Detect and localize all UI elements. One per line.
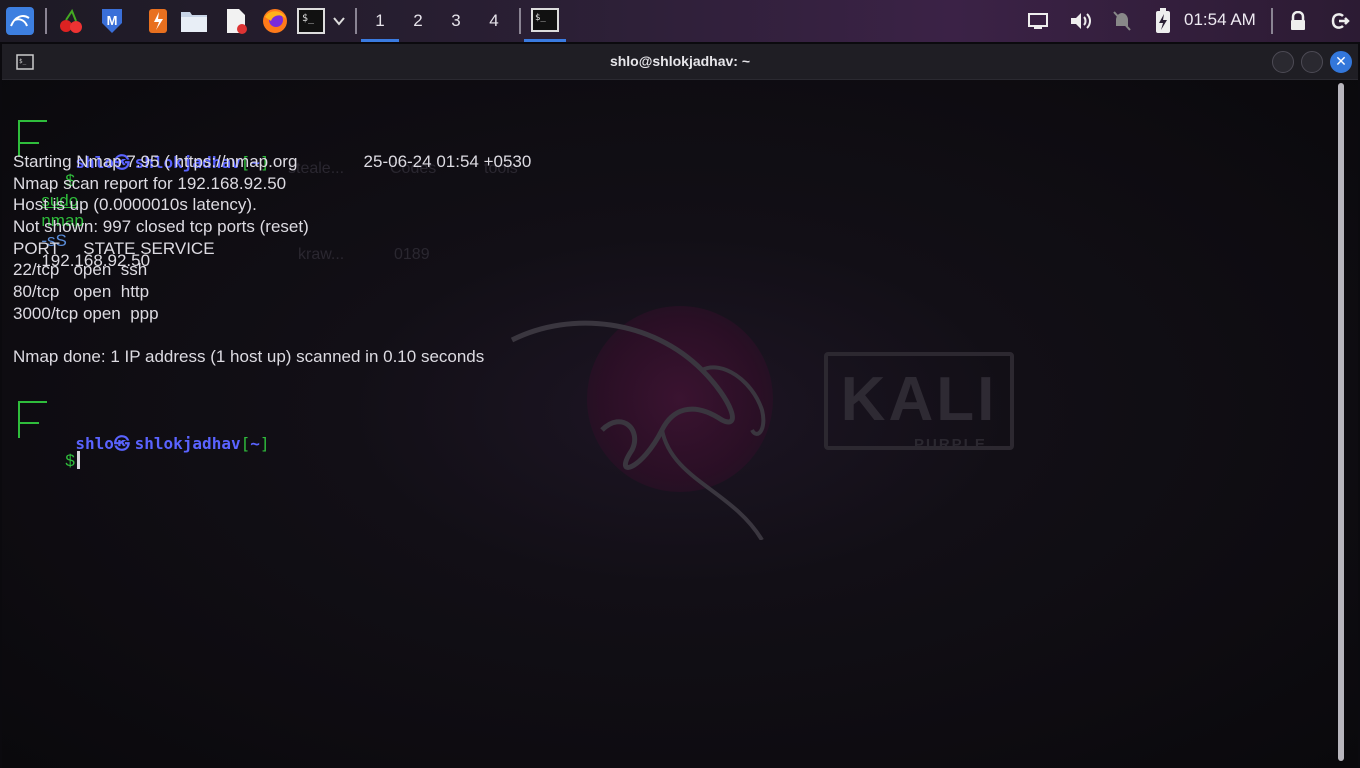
workspace-label: 2	[413, 11, 423, 30]
text-cursor	[76, 451, 80, 469]
command-line: $ sudo nmap -sS 192.168.92.50	[13, 131, 150, 270]
panel-separator	[355, 8, 357, 34]
prompt-host: shlokjadhav	[134, 434, 241, 453]
terminal-icon[interactable]: $_	[295, 5, 327, 37]
terminal-window: $_ shlo@shlokjadhav: ~ ✕ KALI PURPLE ste…	[2, 44, 1358, 768]
svg-text:$_: $_	[302, 13, 315, 24]
prompt-dir-open: [	[240, 434, 251, 453]
clock[interactable]: 01:54 AM	[1184, 10, 1256, 30]
firefox-icon[interactable]	[259, 5, 291, 37]
display-icon[interactable]	[1022, 5, 1054, 37]
workspace-4[interactable]: 4	[475, 0, 513, 42]
notifications-off-icon[interactable]	[1106, 5, 1138, 37]
window-titlebar[interactable]: $_ shlo@shlokjadhav: ~ ✕	[2, 44, 1358, 80]
workspace-label: 4	[489, 11, 499, 30]
prompt-line: shlo㉿ shlokjadhav[~]	[13, 109, 270, 172]
prompt-frame-tail	[18, 138, 39, 144]
prompt-dir-close: ]	[259, 434, 270, 453]
output-line: Nmap done: 1 IP address (1 host up) scan…	[13, 347, 485, 366]
cherrytree-icon[interactable]	[55, 5, 87, 37]
workspace-label: 1	[375, 11, 385, 30]
battery-icon[interactable]	[1147, 5, 1179, 37]
text-editor-icon[interactable]	[220, 5, 252, 37]
panel-separator	[519, 8, 521, 34]
maximize-button[interactable]	[1301, 51, 1323, 73]
kali-menu-icon[interactable]	[4, 5, 36, 37]
lock-icon[interactable]	[1282, 5, 1314, 37]
output-line: Host is up (0.0000010s latency).	[13, 195, 257, 214]
output-line: Not shown: 997 closed tcp ports (reset)	[13, 217, 309, 236]
kali-brand-text: KALI	[840, 365, 998, 434]
chevron-down-icon[interactable]	[330, 5, 348, 37]
workspace-3[interactable]: 3	[437, 0, 475, 42]
minimize-button[interactable]	[1272, 51, 1294, 73]
top-panel: M $_ 1 2 3 4 $_ 01:54 AM	[0, 0, 1360, 42]
svg-text:$_: $_	[535, 13, 546, 23]
prompt-user: shlo	[75, 434, 114, 453]
svg-text:M: M	[107, 13, 118, 28]
panel-separator	[1271, 8, 1273, 34]
output-line: 22/tcp open ssh	[13, 260, 148, 279]
output-line: Nmap scan report for 192.168.92.50	[13, 174, 287, 193]
window-title: shlo@shlokjadhav: ~	[609, 53, 751, 69]
prompt-line: shlo㉿ shlokjadhav[~]	[13, 390, 270, 453]
input-line[interactable]: $	[13, 411, 80, 470]
terminal-body[interactable]: KALI PURPLE steale... Codes tools kraw..…	[2, 80, 1358, 768]
file-manager-icon[interactable]	[178, 5, 210, 37]
output-line: Starting Nmap 7.95 ( https://nmap.org 25…	[13, 152, 532, 171]
workspace-1[interactable]: 1	[361, 0, 399, 42]
output-line: PORT STATE SERVICE	[13, 239, 215, 258]
prompt-frame-tail	[18, 418, 39, 424]
prompt-dir: ~	[250, 434, 260, 453]
prompt-at: ㉿	[113, 434, 130, 453]
panel-separator	[45, 8, 47, 34]
workspace-2[interactable]: 2	[399, 0, 437, 42]
maltego-icon[interactable]: M	[96, 5, 128, 37]
output-line: 80/tcp open http	[13, 282, 150, 301]
burpsuite-icon[interactable]	[142, 5, 174, 37]
desktop-ghost-label: 0189	[394, 246, 430, 263]
taskbar-terminal-window[interactable]: $_	[524, 0, 566, 42]
close-button[interactable]: ✕	[1330, 51, 1352, 73]
logout-icon[interactable]	[1324, 5, 1356, 37]
desktop-ghost-label: kraw...	[298, 246, 345, 263]
kali-dragon-icon	[510, 320, 766, 540]
output-line: 3000/tcp open ppp	[13, 304, 159, 323]
terminal-window-icon: $_	[531, 7, 559, 32]
vertical-scrollbar[interactable]	[1338, 83, 1344, 761]
volume-icon[interactable]	[1064, 5, 1096, 37]
kali-sub-text: PURPLE	[914, 436, 987, 453]
workspace-label: 3	[451, 11, 461, 30]
prompt-dollar: $	[65, 451, 75, 470]
close-icon: ✕	[1335, 54, 1347, 70]
